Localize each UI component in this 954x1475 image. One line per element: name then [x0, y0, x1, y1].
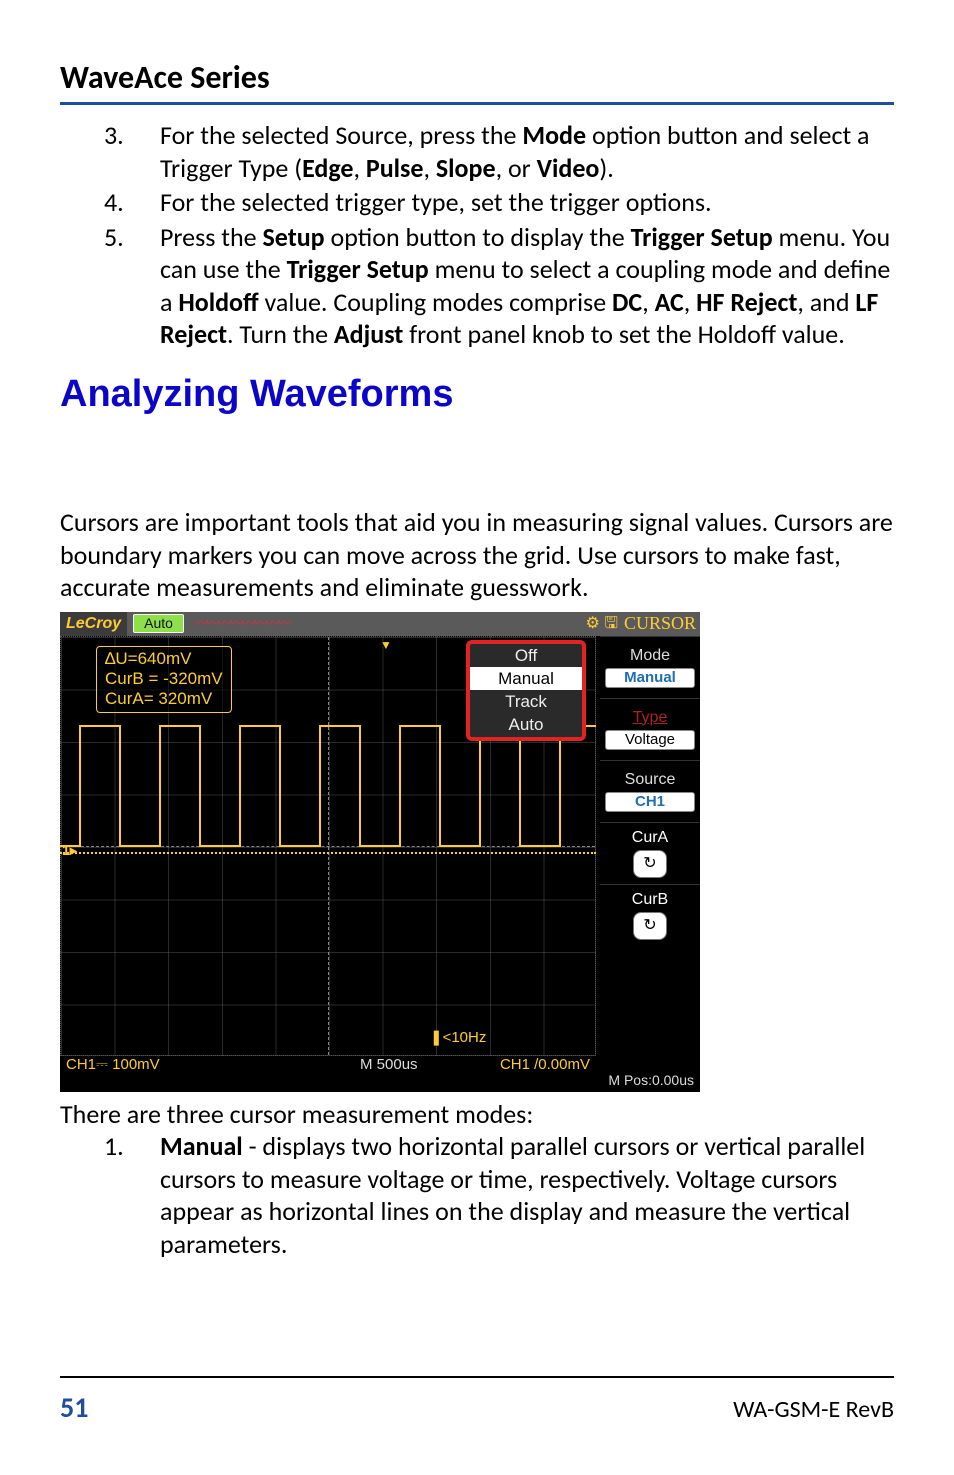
status-icons: ⚙ 🖫 [586, 614, 618, 634]
side-type-label: Type [633, 708, 668, 728]
side-source-label: Source [625, 770, 676, 790]
intro-paragraph: Cursors are important tools that aid you… [60, 506, 894, 604]
step-5: 5. Press the Setup option button to disp… [104, 221, 894, 351]
side-mode[interactable]: Mode Manual [600, 636, 700, 698]
modes-intro: There are three cursor measurement modes… [60, 1098, 894, 1131]
step-number: 4. [104, 186, 144, 219]
side-menu: Mode Manual Type Voltage Source CH1 CurA… [600, 636, 700, 1072]
scope-topbar: LeCroy Auto 〰〰〰〰〰〰〰〰 ⚙ 🖫 CURSOR [60, 612, 700, 636]
side-curb-label: CurB [632, 890, 668, 910]
side-curb[interactable]: CurB ↻ [600, 884, 700, 946]
page-footer: 51 WA-GSM-E RevB [60, 1376, 894, 1425]
side-mode-label: Mode [630, 646, 670, 666]
step-text: For the selected trigger type, set the t… [160, 186, 712, 218]
timebase: M 500us [360, 1056, 418, 1075]
menu-title: CURSOR [624, 612, 696, 635]
mode-dropdown[interactable]: Off Manual Track Auto [466, 640, 586, 741]
side-source-value: CH1 [605, 792, 695, 813]
oscilloscope-screenshot: LeCroy Auto 〰〰〰〰〰〰〰〰 ⚙ 🖫 CURSOR ▼ 1▸ ∆U=… [60, 612, 700, 1092]
mode-text: Manual - displays two horizontal paralle… [160, 1130, 865, 1260]
doc-revision: WA-GSM-E RevB [733, 1395, 894, 1425]
measurement-readout: ∆U=640mV CurB = -320mV CurA= 320mV [96, 646, 232, 713]
step-text: For the selected Source, press the Mode … [160, 119, 869, 184]
m-position: M Pos:0.00us [608, 1072, 694, 1090]
cursor-b-value: CurB = -320mV [105, 669, 223, 689]
page-number: 51 [60, 1390, 88, 1425]
step-4: 4. For the selected trigger type, set th… [104, 186, 894, 219]
mode-option-auto[interactable]: Auto [470, 713, 582, 736]
ch1-level: CH1 /0.00mV [500, 1056, 590, 1075]
trigger-marker-icon: ▼ [380, 638, 392, 653]
channel-marker: 1▸ [62, 842, 77, 860]
scope-statusbar: CH1⎓ 100mV M 500us CH1 /0.00mV M Pos:0.0… [60, 1056, 700, 1092]
side-mode-value: Manual [605, 668, 695, 689]
delta-u: ∆U=640mV [105, 649, 223, 669]
step-number: 5. [104, 221, 144, 254]
step-list: 3. For the selected Source, press the Mo… [104, 119, 894, 351]
side-cura-label: CurA [632, 828, 668, 848]
side-type[interactable]: Type Voltage [600, 698, 700, 760]
knob-icon: ↻ [633, 850, 667, 878]
mode-manual: 1. Manual - displays two horizontal para… [104, 1130, 894, 1260]
series-title: WaveAce Series [60, 58, 894, 105]
cursor-a-value: CurA= 320mV [105, 689, 223, 709]
ch1-scale: CH1⎓ 100mV [66, 1056, 160, 1075]
mode-number: 1. [104, 1130, 144, 1163]
side-source[interactable]: Source CH1 [600, 760, 700, 822]
side-cura[interactable]: CurA ↻ [600, 822, 700, 884]
step-3: 3. For the selected Source, press the Mo… [104, 119, 894, 184]
waveform-icon: 〰〰〰〰〰〰〰〰 [194, 615, 290, 633]
mode-option-track[interactable]: Track [470, 690, 582, 713]
modes-list: 1. Manual - displays two horizontal para… [104, 1130, 894, 1260]
mode-option-off[interactable]: Off [470, 644, 582, 667]
brand-label: LeCroy [60, 612, 127, 636]
step-text: Press the Setup option button to display… [160, 221, 890, 351]
frequency-readout: ❚<10Hz [430, 1029, 486, 1048]
side-type-value: Voltage [605, 730, 695, 751]
step-number: 3. [104, 119, 144, 152]
mode-option-manual[interactable]: Manual [470, 667, 582, 690]
trigger-mode-badge: Auto [133, 614, 184, 634]
cursor-line [60, 852, 596, 854]
knob-icon: ↻ [633, 912, 667, 940]
section-heading: Analyzing Waveforms [60, 371, 894, 419]
